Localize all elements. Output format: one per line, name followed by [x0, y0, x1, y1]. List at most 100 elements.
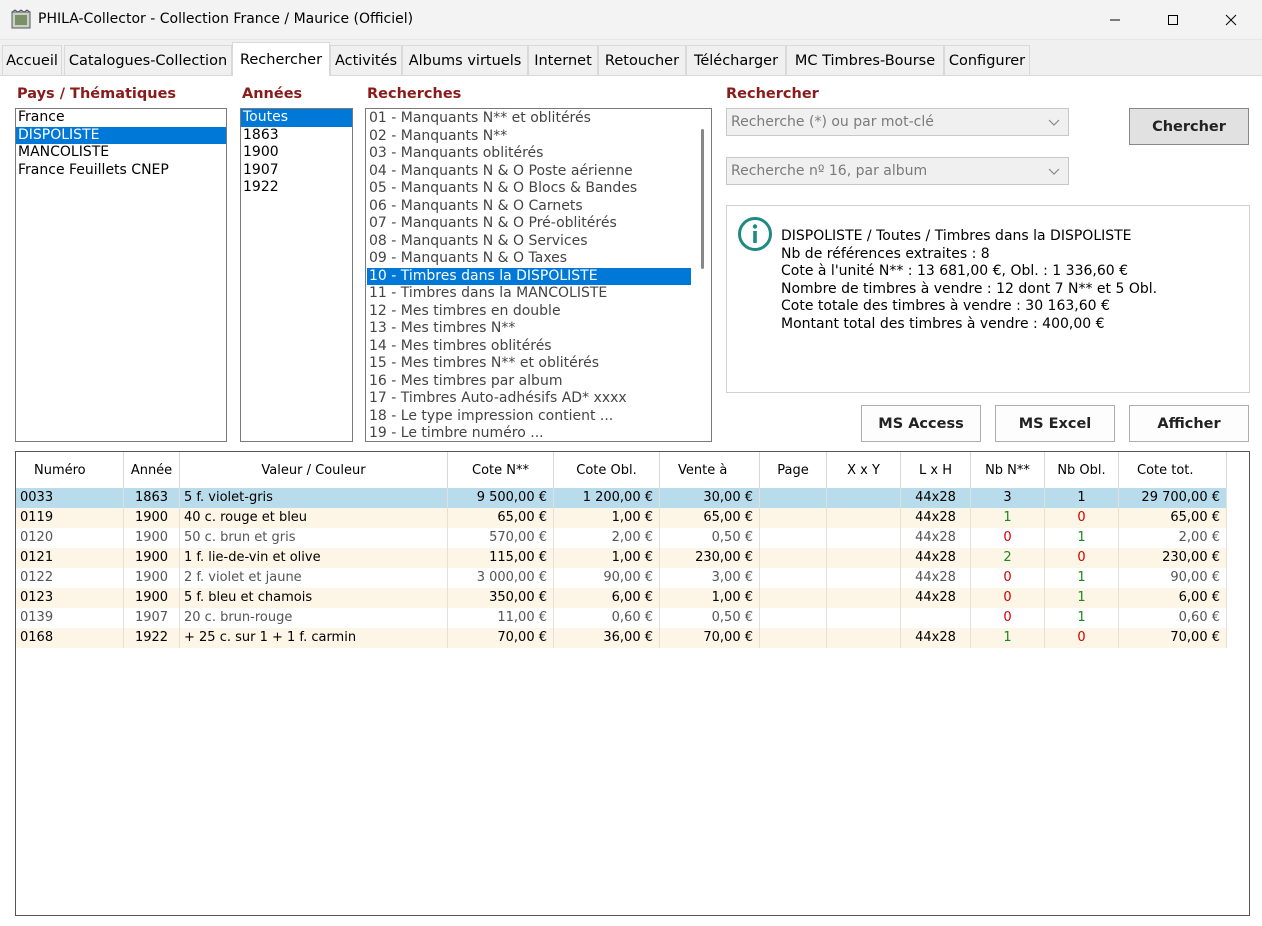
pays-list-item[interactable]: DISPOLISTE [16, 126, 226, 144]
annee-list-item[interactable]: 1922 [241, 179, 352, 197]
table-cell: 65,00 € [660, 508, 760, 528]
table-row[interactable]: 0139 1907 20 c. brun-rouge 11,00 €0,60 €0,5… [16, 608, 1227, 628]
table-cell: 0120 [16, 528, 124, 548]
tab-accueil[interactable]: Accueil [2, 45, 62, 75]
pays-label: Pays / Thématiques [17, 86, 177, 102]
table-cell [827, 508, 901, 528]
column-header[interactable]: Nb N** [971, 452, 1045, 488]
album-search-combo[interactable]: Recherche nº 16, par album [726, 157, 1069, 185]
tab-catalogues-collection[interactable]: Catalogues-Collection [64, 45, 232, 75]
table-cell: 3,00 € [660, 568, 760, 588]
table-cell: 350,00 € [448, 588, 554, 608]
table-row[interactable]: 0168 1922 + 25 c. sur 1 + 1 f. carmin 70,00… [16, 628, 1227, 648]
annee-list-item[interactable]: 1907 [241, 162, 352, 180]
recherche-list-item[interactable]: 12 - Mes timbres en double [367, 303, 691, 321]
annee-list-item[interactable]: 1863 [241, 127, 352, 145]
ms-access-button[interactable]: MS Access [861, 405, 981, 442]
recherche-list-item[interactable]: 11 - Timbres dans la MANCOLISTE [367, 285, 691, 303]
table-cell: 1 [971, 508, 1045, 528]
table-cell [760, 488, 827, 508]
table-cell: 44x28 [901, 568, 971, 588]
table-cell: 1 [1045, 608, 1119, 628]
maximize-button[interactable] [1144, 0, 1202, 40]
recherche-list-item[interactable]: 03 - Manquants oblitérés [367, 145, 691, 163]
minimize-button[interactable] [1086, 0, 1144, 40]
annee-list-item[interactable]: Toutes [241, 109, 352, 127]
afficher-button[interactable]: Afficher [1129, 405, 1249, 442]
column-header[interactable]: Cote Obl. [554, 452, 660, 488]
table-cell: 1 f. lie-de-vin et olive [180, 548, 448, 568]
recherche-list-item[interactable]: 09 - Manquants N & O Taxes [367, 250, 691, 268]
recherche-list-item[interactable]: 07 - Manquants N & O Pré-oblitérés [367, 215, 691, 233]
table-row[interactable]: 0122 1900 2 f. violet et jaune 3 000,00 €90… [16, 568, 1227, 588]
table-cell [760, 548, 827, 568]
chercher-button[interactable]: Chercher [1129, 108, 1249, 145]
recherche-list-item[interactable]: 04 - Manquants N & O Poste aérienne [367, 163, 691, 181]
tab-mc-timbres-bourse[interactable]: MC Timbres-Bourse [786, 45, 944, 75]
recherche-list-item[interactable]: 15 - Mes timbres N** et oblitérés [367, 355, 691, 373]
table-row[interactable]: 0120 1900 50 c. brun et gris 570,00 €2,00 €… [16, 528, 1227, 548]
column-header[interactable]: Année [124, 452, 180, 488]
column-header[interactable]: Cote N** [448, 452, 554, 488]
table-cell: 1907 [124, 608, 180, 628]
pays-list-item[interactable]: France [16, 109, 226, 127]
column-header[interactable]: Nb Obl. [1045, 452, 1119, 488]
recherche-list-item[interactable]: 01 - Manquants N** et oblitérés [367, 110, 691, 128]
column-header[interactable]: Vente à [660, 452, 760, 488]
table-row[interactable]: 0119 1900 40 c. rouge et bleu 65,00 €1,00 €… [16, 508, 1227, 528]
tab-t-l-charger[interactable]: Télécharger [686, 45, 786, 75]
tab-retoucher[interactable]: Retoucher [598, 45, 686, 75]
recherche-list-item[interactable]: 14 - Mes timbres oblitérés [367, 338, 691, 356]
recherche-list-item[interactable]: 17 - Timbres Auto-adhésifs AD* xxxx [367, 390, 691, 408]
tab-rechercher[interactable]: Rechercher [232, 42, 330, 76]
keyword-search-combo[interactable]: Recherche (*) ou par mot-clé [726, 108, 1069, 136]
recherche-list-item[interactable]: 19 - Le timbre numéro ... [367, 425, 691, 441]
table-cell: 0 [1045, 508, 1119, 528]
recherche-list-item[interactable]: 06 - Manquants N & O Carnets [367, 198, 691, 216]
table-cell [760, 508, 827, 528]
close-button[interactable] [1202, 0, 1260, 40]
annee-list-item[interactable]: 1900 [241, 144, 352, 162]
recherche-list-item[interactable]: 10 - Timbres dans la DISPOLISTE [367, 267, 691, 285]
table-cell [827, 588, 901, 608]
tab-albums-virtuels[interactable]: Albums virtuels [402, 45, 528, 75]
table-cell: 30,00 € [660, 488, 760, 508]
table-cell [760, 528, 827, 548]
column-header[interactable]: Valeur / Couleur [180, 452, 448, 488]
column-header[interactable]: Cote tot. [1119, 452, 1227, 488]
table-row[interactable]: 0033 1863 5 f. violet-gris 9 500,00 €1 200,… [16, 488, 1227, 508]
table-row[interactable]: 0121 1900 1 f. lie-de-vin et olive 115,00 €… [16, 548, 1227, 568]
table-cell: 70,00 € [660, 628, 760, 648]
table-row[interactable]: 0123 1900 5 f. bleu et chamois 350,00 €6,00… [16, 588, 1227, 608]
table-cell: 3 000,00 € [448, 568, 554, 588]
pays-list-item[interactable]: France Feuillets CNEP [16, 162, 226, 180]
table-cell: 0,50 € [660, 608, 760, 628]
recherche-list-item[interactable]: 13 - Mes timbres N** [367, 320, 691, 338]
tab-internet[interactable]: Internet [528, 45, 598, 75]
recherche-list-item[interactable]: 18 - Le type impression contient ... [367, 408, 691, 426]
annees-listbox[interactable]: Toutes 1863 1900 1907 1922 [240, 108, 353, 442]
chevron-down-icon [1048, 168, 1060, 175]
recherche-list-item[interactable]: 02 - Manquants N** [367, 128, 691, 146]
results-grid[interactable]: Numéro Année Valeur / Couleur Cote N** Cote … [15, 451, 1250, 916]
table-cell: 1 [971, 628, 1045, 648]
column-header[interactable]: Numéro [16, 452, 124, 488]
grid-body: 0033 1863 5 f. violet-gris 9 500,00 €1 200,… [16, 488, 1227, 648]
recherches-scrollbar[interactable] [695, 109, 711, 441]
recherches-listbox[interactable]: 01 - Manquants N** et oblitérés 02 - Manq… [365, 108, 712, 442]
recherche-list-item[interactable]: 08 - Manquants N & O Services [367, 233, 691, 251]
scroll-thumb[interactable] [701, 129, 704, 269]
tab-configurer[interactable]: Configurer [944, 45, 1030, 75]
pays-list-item[interactable]: MANCOLISTE [16, 144, 226, 162]
recherche-list-item[interactable]: 16 - Mes timbres par album [367, 373, 691, 391]
table-cell: 44x28 [901, 528, 971, 548]
column-header[interactable]: X x Y [827, 452, 901, 488]
pays-listbox[interactable]: France DISPOLISTE MANCOLISTE France Feuille… [15, 108, 227, 442]
ms-excel-button[interactable]: MS Excel [995, 405, 1115, 442]
table-cell: 2,00 € [1119, 528, 1227, 548]
summary-line: DISPOLISTE / Toutes / Timbres dans la DI… [781, 228, 1132, 244]
column-header[interactable]: Page [760, 452, 827, 488]
tab-activit-s[interactable]: Activités [330, 45, 402, 75]
recherche-list-item[interactable]: 05 - Manquants N & O Blocs & Bandes [367, 180, 691, 198]
column-header[interactable]: L x H [901, 452, 971, 488]
